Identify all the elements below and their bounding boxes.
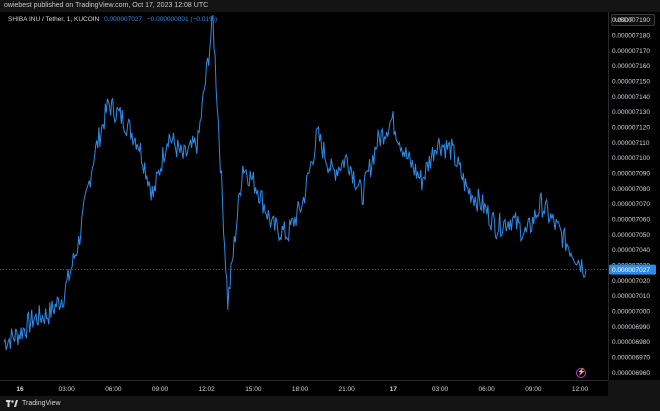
published-info: owiebest published on TradingView.com, O… xyxy=(0,0,660,12)
currency-label[interactable]: USDT xyxy=(611,14,655,26)
symbol-legend: SHIBA INU / Tether, 1, KUCOIN 0.00000702… xyxy=(8,16,217,23)
footer-bar: TradingView xyxy=(0,396,660,411)
brand-name: TradingView xyxy=(22,400,61,407)
time-axis[interactable] xyxy=(0,380,608,396)
tradingview-logo-icon xyxy=(6,400,18,407)
lightning-icon[interactable]: ⚡ xyxy=(576,368,586,378)
symbol-name: SHIBA INU / Tether, 1, KUCOIN xyxy=(8,16,100,23)
price-axis[interactable] xyxy=(608,12,660,380)
price-change: −0.000000001 (−0.01%) xyxy=(146,16,217,23)
plot-area[interactable] xyxy=(0,12,608,380)
last-price: 0.000007027 xyxy=(104,16,143,23)
